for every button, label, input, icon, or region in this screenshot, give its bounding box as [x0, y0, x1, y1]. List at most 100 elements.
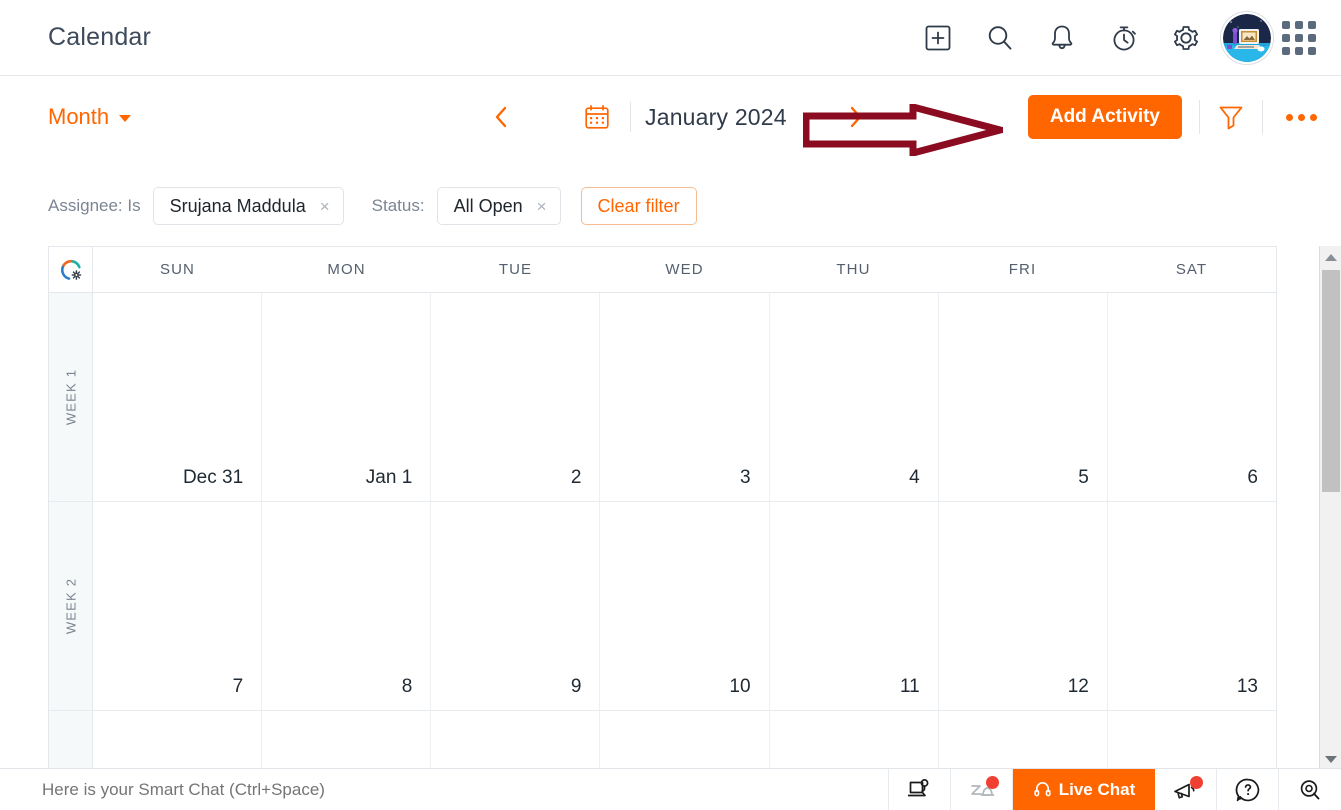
day-cell[interactable]: 2 — [431, 293, 601, 501]
day-cell[interactable] — [1107, 711, 1276, 770]
next-period-button[interactable] — [835, 97, 877, 137]
week-label-cell — [49, 711, 93, 770]
week-row — [49, 711, 1276, 770]
day-cell[interactable]: Dec 31 — [93, 293, 263, 501]
week-row: WEEK 1 Dec 31 Jan 1 2 3 4 5 6 — [49, 293, 1276, 502]
toolbar-divider — [1262, 100, 1263, 134]
week-label-cell: WEEK 1 — [49, 293, 93, 501]
day-header: MON — [327, 261, 366, 278]
scrollbar-thumb[interactable] — [1322, 270, 1340, 492]
week-label: WEEK 1 — [63, 368, 78, 426]
clear-filter-button[interactable]: Clear filter — [580, 187, 697, 225]
day-number: 4 — [909, 467, 920, 488]
scroll-up-arrow-icon[interactable] — [1320, 246, 1341, 268]
day-header: SUN — [160, 261, 195, 278]
day-cell[interactable]: 9 — [431, 502, 601, 710]
toolbar-divider — [1199, 100, 1200, 134]
calendar-settings-icon[interactable] — [49, 247, 93, 292]
explore-search-icon[interactable] — [1279, 769, 1341, 810]
day-number: 11 — [899, 676, 920, 697]
day-cell[interactable]: 10 — [600, 502, 770, 710]
top-bar-actions: ♫ — [907, 11, 1319, 64]
add-box-icon[interactable] — [907, 12, 969, 64]
avatar[interactable]: ♫ — [1221, 11, 1273, 64]
notifications-bell-icon[interactable] — [1031, 12, 1093, 64]
zia-assistant-icon[interactable] — [951, 769, 1013, 810]
day-number: 7 — [232, 676, 244, 697]
status-filter-label: Status: — [371, 196, 425, 215]
week-row: WEEK 2 7 8 9 10 11 12 13 — [49, 502, 1276, 711]
chevron-down-icon — [119, 115, 132, 122]
top-bar: Calendar ♫ — [0, 0, 1341, 76]
announcements-megaphone-icon[interactable] — [1155, 769, 1217, 810]
vertical-scrollbar[interactable] — [1319, 246, 1341, 770]
page-title: Calendar — [48, 23, 152, 51]
assignee-filter-value: Srujana Maddula — [169, 195, 306, 216]
day-cell[interactable]: 3 — [600, 293, 770, 501]
calendar-app: Calendar ♫ Month January 2024 Add Activi… — [0, 0, 1341, 810]
day-cell[interactable]: 11 — [769, 502, 939, 710]
day-header: THU — [836, 261, 871, 278]
live-chat-button[interactable]: Live Chat — [1013, 769, 1155, 810]
day-cell[interactable] — [938, 711, 1108, 770]
day-number: 6 — [1247, 467, 1258, 488]
day-cell[interactable]: 8 — [262, 502, 432, 710]
smart-chat-input[interactable] — [0, 778, 888, 801]
assignee-filter-chip[interactable]: Srujana Maddula × — [152, 187, 344, 225]
day-cell[interactable] — [93, 711, 263, 770]
prev-period-button[interactable] — [480, 97, 522, 137]
day-cell[interactable] — [431, 711, 601, 770]
settings-gear-icon[interactable] — [1155, 12, 1217, 64]
week-label-cell: WEEK 2 — [49, 502, 93, 710]
filter-funnel-icon[interactable] — [1217, 102, 1245, 132]
help-icon[interactable] — [1217, 769, 1279, 810]
live-chat-label: Live Chat — [1058, 779, 1136, 799]
announcements-notification-badge — [1190, 776, 1203, 789]
view-mode-dropdown[interactable]: Month — [48, 104, 132, 130]
day-header: FRI — [1008, 261, 1037, 278]
status-filter-value: All Open — [453, 195, 523, 216]
current-period-label: January 2024 — [645, 103, 787, 130]
filter-bar: Assignee: Is Srujana Maddula × Status: A… — [0, 176, 1341, 236]
status-filter-chip[interactable]: All Open × — [436, 187, 561, 225]
timer-clock-icon[interactable] — [1093, 12, 1155, 64]
day-number: 3 — [739, 467, 751, 488]
day-cell[interactable] — [600, 711, 770, 770]
mini-calendar-icon[interactable] — [578, 100, 616, 134]
day-header: TUE — [498, 261, 533, 278]
date-navigation: January 2024 — [480, 76, 877, 158]
day-number: 13 — [1236, 676, 1258, 697]
week-label: WEEK 2 — [63, 577, 78, 635]
toolbar-divider — [630, 102, 631, 132]
scroll-down-arrow-icon[interactable] — [1320, 748, 1341, 770]
day-cell[interactable] — [769, 711, 939, 770]
more-options-icon[interactable] — [1280, 106, 1323, 129]
day-cell[interactable]: 5 — [938, 293, 1108, 501]
day-number: 12 — [1067, 676, 1089, 697]
smart-chat-container[interactable] — [0, 769, 889, 810]
remote-support-icon[interactable] — [889, 769, 951, 810]
apps-grid-icon[interactable] — [1279, 18, 1319, 58]
headset-icon — [1034, 782, 1051, 797]
zia-notification-badge — [986, 776, 999, 789]
bottom-bar: Live Chat — [0, 768, 1341, 810]
day-number: 9 — [570, 676, 582, 697]
day-number: Dec 31 — [182, 467, 244, 488]
day-number: 5 — [1078, 467, 1089, 488]
day-cell[interactable]: 6 — [1107, 293, 1276, 501]
day-header: SAT — [1175, 261, 1208, 278]
day-number: 10 — [729, 676, 751, 697]
search-icon[interactable] — [969, 12, 1031, 64]
calendar-grid: SUN MON TUE WED THU FRI SAT WEEK 1 Dec 3… — [48, 246, 1277, 770]
remove-status-filter-icon[interactable]: × — [537, 198, 547, 215]
day-cell[interactable]: 13 — [1107, 502, 1276, 710]
day-cell[interactable] — [262, 711, 432, 770]
calendar-toolbar: Month January 2024 Add Activity — [0, 76, 1341, 158]
day-cell[interactable]: 4 — [769, 293, 939, 501]
day-cell[interactable]: Jan 1 — [262, 293, 432, 501]
add-activity-button[interactable]: Add Activity — [1027, 95, 1182, 139]
day-number: Jan 1 — [365, 467, 413, 488]
remove-assignee-filter-icon[interactable]: × — [320, 198, 330, 215]
day-cell[interactable]: 7 — [93, 502, 263, 710]
day-cell[interactable]: 12 — [938, 502, 1108, 710]
